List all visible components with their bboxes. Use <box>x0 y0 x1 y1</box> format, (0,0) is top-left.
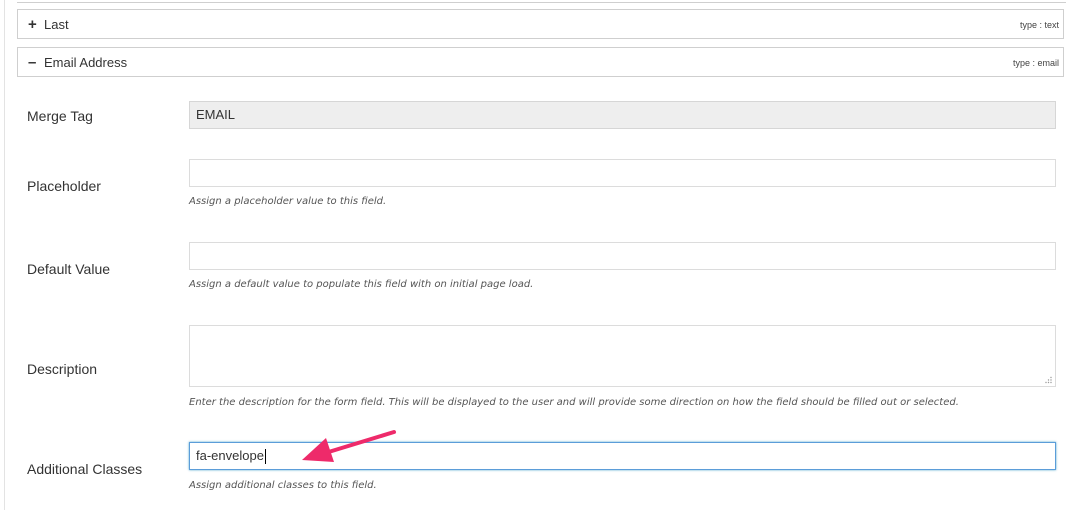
previous-field-bottom-edge <box>17 0 1066 3</box>
field-type: type : text <box>1019 20 1059 30</box>
collapse-icon[interactable]: – <box>28 54 36 71</box>
description-textarea[interactable] <box>189 325 1056 387</box>
expand-icon[interactable]: + <box>28 16 37 33</box>
field-name: Last <box>44 17 69 32</box>
merge-tag-label: Merge Tag <box>27 108 93 124</box>
default-value-label: Default Value <box>27 261 111 277</box>
placeholder-label: Placeholder <box>27 178 101 194</box>
additional-classes-help: Assign additional classes to this field. <box>189 480 377 491</box>
default-value-input[interactable] <box>189 242 1056 270</box>
description-help: Enter the description for the form field… <box>189 397 959 408</box>
description-label: Description <box>27 361 98 377</box>
field-name: Email Address <box>44 55 128 70</box>
resize-grip-icon[interactable] <box>1044 376 1052 384</box>
annotation-arrow-icon <box>302 430 396 462</box>
text-caret <box>264 449 266 465</box>
additional-classes-label: Additional Classes <box>27 461 143 477</box>
placeholder-help: Assign a placeholder value to this field… <box>189 196 387 207</box>
merge-tag-input: EMAIL <box>189 101 1056 129</box>
additional-classes-value: fa-envelope <box>196 448 264 463</box>
field-type: type : email <box>1012 58 1059 68</box>
field-header-last[interactable]: + Last type : text <box>17 9 1064 39</box>
placeholder-input[interactable] <box>189 159 1056 187</box>
field-header-email-address[interactable]: – Email Address type : email <box>17 47 1064 77</box>
default-value-help: Assign a default value to populate this … <box>189 279 534 290</box>
left-border <box>4 0 5 510</box>
